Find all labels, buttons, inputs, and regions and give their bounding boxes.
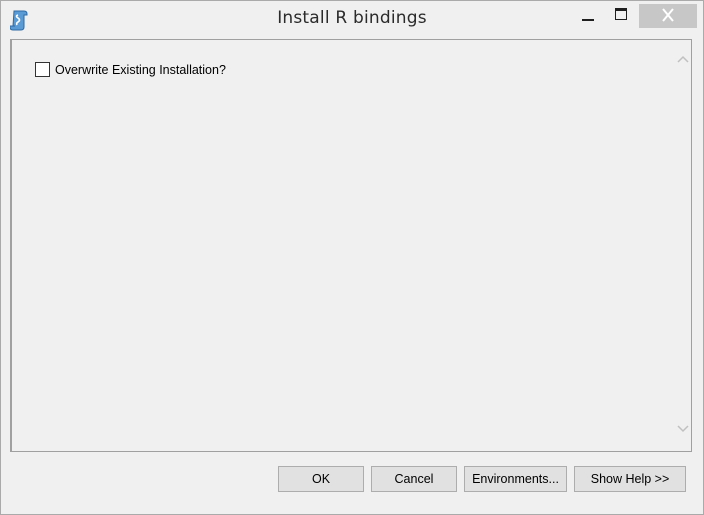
overwrite-checkbox[interactable] <box>35 62 50 77</box>
overwrite-option[interactable]: Overwrite Existing Installation? <box>35 62 226 77</box>
show-help-button[interactable]: Show Help >> <box>574 466 686 492</box>
dialog-window: Install R bindings Overwrite Existing In… <box>0 0 704 515</box>
chevron-down-icon[interactable] <box>676 421 690 435</box>
ok-button[interactable]: OK <box>278 466 364 492</box>
cancel-button[interactable]: Cancel <box>371 466 457 492</box>
environments-button[interactable]: Environments... <box>464 466 567 492</box>
close-button[interactable] <box>639 4 697 28</box>
options-panel: Overwrite Existing Installation? <box>10 39 692 452</box>
close-icon <box>662 8 674 22</box>
title-bar[interactable]: Install R bindings <box>1 1 703 38</box>
chevron-up-icon[interactable] <box>676 53 690 67</box>
minimize-button[interactable] <box>572 5 604 29</box>
maximize-button[interactable] <box>606 5 638 29</box>
vertical-scrollbar[interactable] <box>674 40 691 451</box>
overwrite-label[interactable]: Overwrite Existing Installation? <box>55 63 226 77</box>
